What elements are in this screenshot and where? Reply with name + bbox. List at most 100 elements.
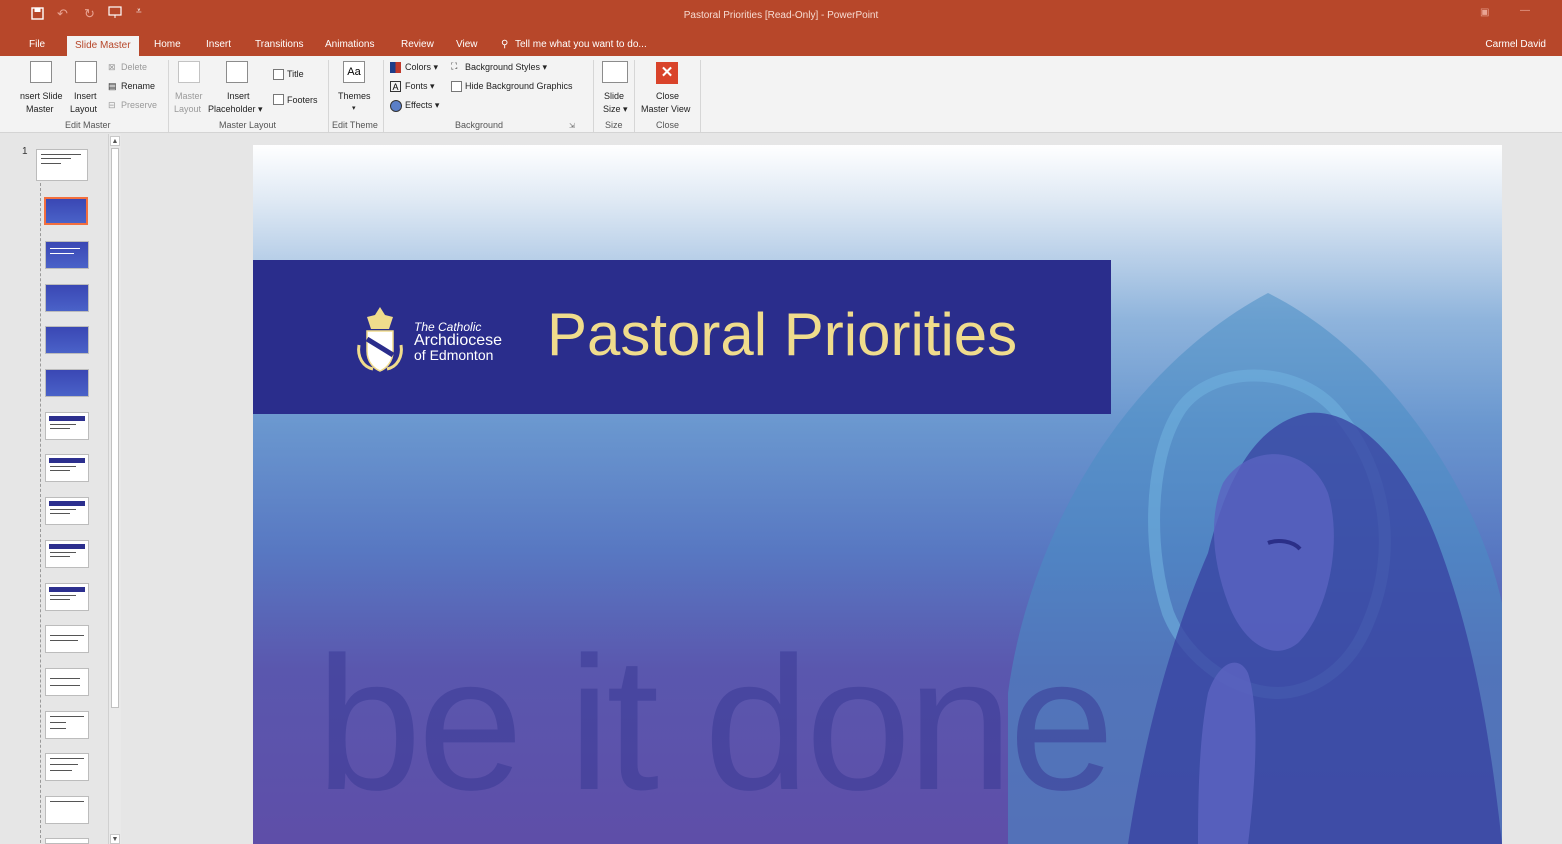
layout-thumbnail[interactable] [45, 711, 89, 739]
window-title: Pastoral Priorities [Read-Only] - PowerP… [683, 10, 879, 21]
themes-button[interactable]: Themes [338, 91, 371, 101]
effects-button[interactable]: Effects ▾ [405, 100, 439, 111]
master-layout-icon[interactable] [178, 61, 200, 83]
scroll-up-icon[interactable]: ▲ [110, 136, 120, 146]
close-master-view-label-1[interactable]: Close [656, 91, 679, 101]
group-separator [593, 60, 594, 132]
layout-thumbnail[interactable] [45, 497, 89, 525]
layout-thumbnail[interactable] [45, 412, 89, 440]
group-label-edit-theme: Edit Theme [332, 120, 378, 130]
colors-icon [390, 62, 401, 73]
insert-slide-master-label-1[interactable]: nsert Slide [20, 91, 63, 101]
layout-thumbnail[interactable] [45, 583, 89, 611]
layout-thumbnail[interactable] [45, 369, 89, 397]
user-name[interactable]: Carmel David [1485, 39, 1546, 50]
insert-layout-label-2[interactable]: Layout [70, 104, 97, 114]
themes-dropdown-icon[interactable]: ▾ [352, 104, 356, 112]
footers-checkbox-label: Footers [287, 95, 318, 105]
ribbon-tabs: File Slide Master Home Insert Transition… [0, 36, 1562, 56]
tab-transitions[interactable]: Transitions [255, 39, 304, 50]
background-styles-icon: ⛶ [451, 61, 458, 71]
layout-thumbnail[interactable] [45, 241, 89, 269]
group-separator [328, 60, 329, 132]
layout-thumbnail[interactable] [45, 326, 89, 354]
thumbnail-scrollbar[interactable]: ▲ ▼ [108, 134, 121, 844]
thumbnail-pane[interactable]: 1 [18, 133, 122, 844]
slide-number: 1 [22, 146, 28, 157]
title-band: The Catholic Archdiocese of Edmonton Pas… [253, 260, 1111, 414]
archdiocese-line-3: of Edmonton [414, 347, 494, 363]
slide-size-icon[interactable] [602, 61, 628, 83]
layout-thumbnail[interactable] [45, 838, 89, 844]
tab-animations[interactable]: Animations [325, 39, 374, 50]
tab-view[interactable]: View [456, 39, 478, 50]
delete-icon: ⊠ [108, 62, 116, 72]
close-master-view-icon[interactable]: ✕ [656, 62, 678, 84]
title-bar: ↶ ↻ ⩡ Pastoral Priorities [Read-Only] - … [0, 0, 1562, 36]
master-layout-label-1[interactable]: Master [175, 91, 203, 101]
layout-thumbnail[interactable] [45, 753, 89, 781]
layout-thumbnail[interactable] [45, 668, 89, 696]
insert-slide-master-icon[interactable] [30, 61, 52, 83]
group-separator [700, 60, 701, 132]
ribbon: nsert Slide Master Insert Layout ⊠ Delet… [0, 56, 1562, 133]
delete-button[interactable]: Delete [121, 62, 147, 72]
themes-icon[interactable]: Aa [343, 61, 365, 83]
rename-icon: ▤ [108, 81, 117, 91]
insert-layout-label-1[interactable]: Insert [74, 91, 97, 101]
rename-button[interactable]: Rename [121, 81, 155, 91]
fonts-button[interactable]: Fonts ▾ [405, 81, 435, 92]
slide-master-thumbnail[interactable] [36, 149, 88, 181]
layout-thumbnail[interactable] [45, 284, 89, 312]
lightbulb-icon: ⚲ [501, 39, 509, 50]
group-label-master-layout: Master Layout [219, 120, 277, 130]
slide-tagline[interactable]: be it done [316, 629, 1115, 819]
tab-insert[interactable]: Insert [206, 39, 231, 50]
background-styles-button[interactable]: Background Styles ▾ [465, 62, 547, 73]
insert-slide-master-label-2[interactable]: Master [26, 104, 54, 114]
tab-home[interactable]: Home [154, 39, 181, 50]
insert-placeholder-label-2[interactable]: Placeholder ▾ [208, 104, 263, 115]
hide-background-graphics-label: Hide Background Graphics [465, 81, 573, 91]
background-dialog-launcher-icon[interactable]: ⇲ [569, 122, 575, 130]
group-separator [383, 60, 384, 132]
group-separator [634, 60, 635, 132]
group-separator [168, 60, 169, 132]
layout-thumbnail[interactable] [44, 197, 88, 225]
insert-placeholder-icon[interactable] [226, 61, 248, 83]
slide-canvas[interactable]: The Catholic Archdiocese of Edmonton Pas… [253, 145, 1502, 844]
group-label-close: Close [656, 120, 680, 130]
insert-layout-icon[interactable] [75, 61, 97, 83]
title-checkbox[interactable] [273, 69, 284, 80]
tab-slide-master[interactable]: Slide Master [67, 36, 139, 56]
layout-thumbnail[interactable] [45, 454, 89, 482]
slide-size-label-1[interactable]: Slide [604, 91, 624, 101]
ribbon-display-icon[interactable]: ▣ [1480, 7, 1489, 18]
layout-connector-line [40, 183, 41, 843]
colors-button[interactable]: Colors ▾ [405, 62, 438, 73]
layout-thumbnail[interactable] [45, 540, 89, 568]
preserve-button[interactable]: Preserve [121, 100, 157, 110]
scrollbar-thumb[interactable] [111, 148, 119, 708]
layout-thumbnail[interactable] [45, 796, 89, 824]
footers-checkbox[interactable] [273, 94, 284, 105]
minimize-icon[interactable]: — [1520, 5, 1530, 16]
layout-thumbnail[interactable] [45, 625, 89, 653]
close-master-view-label-2[interactable]: Master View [641, 104, 690, 114]
tell-me-box[interactable]: Tell me what you want to do... [515, 39, 647, 50]
insert-placeholder-label-1[interactable]: Insert [227, 91, 250, 101]
preserve-icon: ⊟ [108, 100, 116, 110]
tab-file[interactable]: File [29, 39, 45, 50]
group-label-edit-master: Edit Master [65, 120, 111, 130]
hide-background-graphics-checkbox[interactable] [451, 81, 462, 92]
group-label-background: Background [455, 120, 504, 130]
master-layout-label-2[interactable]: Layout [174, 104, 201, 114]
title-checkbox-label: Title [287, 69, 304, 79]
tab-review[interactable]: Review [401, 39, 434, 50]
slide-title[interactable]: Pastoral Priorities [547, 300, 1017, 369]
group-label-size: Size [605, 120, 623, 130]
fonts-icon: A [390, 81, 401, 92]
slide-size-label-2[interactable]: Size ▾ [603, 104, 628, 115]
scroll-down-icon[interactable]: ▼ [110, 834, 120, 844]
effects-icon [390, 100, 402, 112]
